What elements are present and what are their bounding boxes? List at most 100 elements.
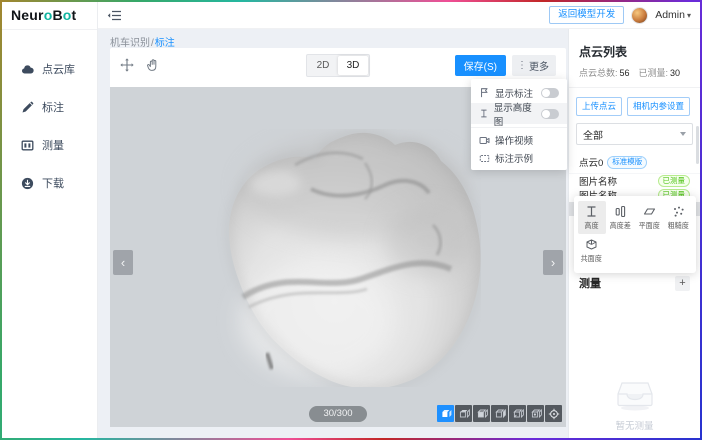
- tool-coplanarity[interactable]: 共面度: [578, 234, 606, 267]
- measure-section-title: 测量: [579, 275, 601, 291]
- tool-label: 粗糙度: [668, 220, 689, 230]
- sidebar: NeuroBot 点云库 标注 测量 下载: [2, 2, 98, 438]
- empty-text: 暂无测量: [569, 418, 700, 432]
- chevron-down-icon: ▾: [687, 11, 691, 20]
- menu-item-tutorial-video[interactable]: 操作视频: [471, 131, 567, 149]
- screenshot-frame: NeuroBot 点云库 标注 测量 下载 返回模型开发: [0, 0, 702, 440]
- menu-item-label: 标注示例: [495, 151, 533, 165]
- collapse-menu-icon[interactable]: [107, 9, 122, 22]
- back-to-model-dev-button[interactable]: 返回模型开发: [549, 6, 624, 24]
- add-measure-button[interactable]: +: [675, 276, 690, 291]
- pointcloud-group-header[interactable]: 点云0 标准模版: [569, 152, 700, 174]
- pointcloud-panel: 点云列表 点云总数:56 已测量:30 上传点云 相机内参设置 全部 点云0 标…: [568, 29, 700, 438]
- height-difference-tool-icon: [614, 205, 627, 218]
- previous-image-button[interactable]: ‹: [113, 250, 133, 275]
- topbar-right: 返回模型开发 Admin▾: [549, 6, 691, 24]
- view-cube-front-button[interactable]: [473, 405, 490, 422]
- logo-text: B: [52, 7, 62, 23]
- sidebar-item-measure[interactable]: 测量: [2, 126, 97, 164]
- template-badge: 标准模版: [607, 156, 647, 169]
- chevron-down-icon: [680, 132, 686, 136]
- status-badge-measured: 已测量: [658, 175, 691, 187]
- view-mode-switch: 2D 3D: [306, 54, 370, 77]
- tooth-3d-model[interactable]: [215, 129, 481, 387]
- tool-height-difference[interactable]: 高度差: [607, 201, 635, 234]
- sidebar-item-label: 下载: [42, 175, 64, 191]
- cloud-icon: [21, 63, 34, 76]
- view-cube-left-button[interactable]: [491, 405, 508, 422]
- locate-crosshair-button[interactable]: [545, 405, 562, 422]
- panel-stats: 点云总数:56 已测量:30: [569, 60, 700, 88]
- view-cube-top-button[interactable]: [455, 405, 472, 422]
- logo-text: t: [72, 7, 77, 23]
- sidebar-item-download[interactable]: 下载: [2, 164, 97, 202]
- empty-state: 暂无测量: [569, 380, 700, 432]
- menu-item-label: 显示标注: [495, 86, 533, 100]
- sidebar-item-annotate[interactable]: 标注: [2, 88, 97, 126]
- pen-icon: [21, 101, 34, 114]
- tool-height[interactable]: 高度: [578, 201, 606, 234]
- measure-tools-popup: 高度 高度差 平面度 粗糙度 共面度: [574, 196, 696, 273]
- measure-icon: [21, 139, 34, 152]
- filter-value: 全部: [583, 127, 603, 142]
- tool-label: 共面度: [581, 253, 602, 263]
- menu-item-label: 操作视频: [495, 133, 533, 147]
- sidebar-item-pointcloud-library[interactable]: 点云库: [2, 50, 97, 88]
- menu-item-label: 显示高度图: [494, 100, 536, 128]
- app-window: NeuroBot 点云库 标注 测量 下载 返回模型开发: [2, 2, 700, 438]
- view-cube-back-button[interactable]: [527, 405, 544, 422]
- more-button[interactable]: ⋮更多: [512, 55, 556, 76]
- tool-flatness[interactable]: 平面度: [636, 201, 664, 234]
- example-frame-icon: [479, 153, 490, 164]
- sidebar-item-label: 测量: [42, 137, 64, 153]
- topbar: 返回模型开发 Admin▾: [98, 2, 700, 29]
- download-icon: [21, 177, 34, 190]
- vertical-dots-icon: ⋮: [517, 60, 527, 71]
- next-image-button[interactable]: ›: [543, 250, 563, 275]
- tool-roughness[interactable]: 粗糙度: [665, 201, 693, 234]
- avatar[interactable]: [631, 7, 648, 24]
- pointcloud-name: 点云0: [579, 155, 603, 169]
- save-button[interactable]: 保存(S): [455, 55, 506, 76]
- mode-2d-button[interactable]: 2D: [308, 56, 338, 75]
- upload-pointcloud-button[interactable]: 上传点云: [576, 97, 622, 116]
- coplanarity-tool-icon: [585, 238, 598, 251]
- measured-count: 已测量:30: [639, 66, 681, 79]
- scrollbar-thumb[interactable]: [696, 126, 699, 164]
- sidebar-item-label: 标注: [42, 99, 64, 115]
- view-cube-toolbar: [437, 405, 562, 422]
- sidebar-nav: 点云库 标注 测量 下载: [2, 30, 97, 202]
- app-logo: NeuroBot: [2, 2, 97, 30]
- hand-pan-icon[interactable]: [146, 58, 160, 72]
- empty-inbox-icon: [614, 380, 656, 412]
- panel-title: 点云列表: [569, 43, 700, 60]
- sidebar-item-label: 点云库: [42, 61, 75, 77]
- main-area: 机车识别/标注 2D 3D 保存(S) ⋮更多: [98, 29, 568, 438]
- tool-label: 平面度: [639, 220, 660, 230]
- logo-text: Neur: [11, 7, 44, 23]
- more-label: 更多: [529, 58, 549, 73]
- image-name: 图片名称: [579, 174, 617, 188]
- user-menu[interactable]: Admin▾: [655, 9, 691, 21]
- tool-label: 高度差: [610, 220, 631, 230]
- camera-intrinsics-button[interactable]: 相机内参设置: [627, 97, 690, 116]
- more-dropdown-menu: 显示标注 显示高度图 操作视频 标注示例: [471, 79, 567, 170]
- viewer-toolbar: 2D 3D 保存(S) ⋮更多: [110, 48, 566, 82]
- mode-3d-button[interactable]: 3D: [338, 56, 368, 75]
- show-heightmap-toggle-off[interactable]: [541, 109, 559, 119]
- menu-item-annotation-example[interactable]: 标注示例: [471, 149, 567, 167]
- flag-icon: [479, 87, 490, 98]
- toolbar-actions: 保存(S) ⋮更多: [455, 55, 556, 76]
- height-ibeam-icon: [479, 108, 489, 119]
- tool-label: 高度: [584, 220, 598, 230]
- view-cube-right-button[interactable]: [509, 405, 526, 422]
- show-annotations-toggle-off[interactable]: [541, 88, 559, 98]
- flatness-tool-icon: [643, 205, 656, 218]
- image-list-item[interactable]: 图片名称 已测量: [569, 174, 700, 188]
- panel-buttons: 上传点云 相机内参设置: [569, 88, 700, 123]
- filter-select[interactable]: 全部: [576, 123, 693, 145]
- measure-section-header: 测量 +: [569, 275, 700, 291]
- view-cube-solid-button[interactable]: [437, 405, 454, 422]
- menu-item-show-heightmap[interactable]: 显示高度图: [471, 103, 567, 124]
- rotate-move-icon[interactable]: [120, 58, 134, 72]
